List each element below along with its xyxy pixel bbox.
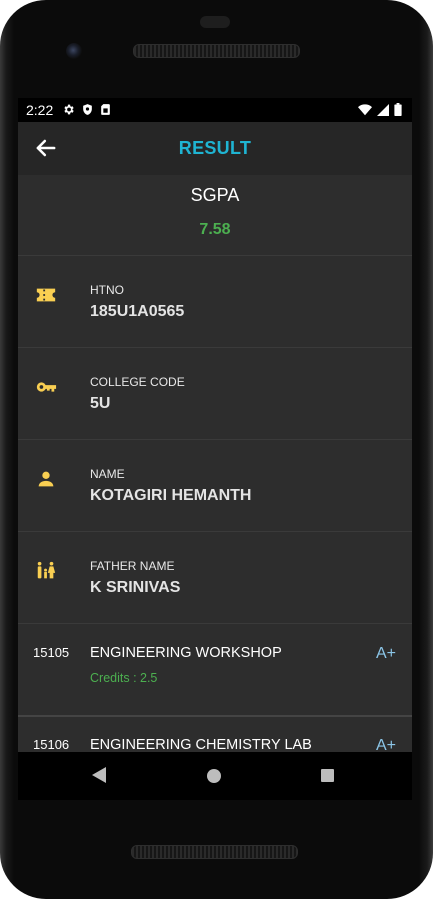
status-time: 2:22 — [26, 102, 54, 118]
bottom-speaker-grille — [131, 845, 298, 859]
detail-row-father-name: FATHER NAME K SRINIVAS — [18, 532, 412, 624]
detail-row-htno: HTNO 185U1A0565 — [18, 256, 412, 348]
app-screen: 2:22 RESULT SGPA 7.58 HTNO 185U1A0565 CO… — [18, 98, 412, 798]
detail-label: FATHER NAME — [90, 559, 175, 573]
nav-back-icon[interactable] — [92, 767, 106, 783]
page-title: RESULT — [178, 138, 252, 158]
system-nav-bar — [18, 752, 412, 800]
sgpa-summary: SGPA 7.58 — [18, 175, 412, 256]
shield-icon — [83, 104, 92, 115]
subject-credits: Credits : 2.5 — [90, 671, 158, 685]
person-icon — [38, 471, 54, 487]
earpiece-slot — [200, 16, 230, 28]
detail-label: NAME — [90, 467, 125, 481]
ticket-icon — [36, 288, 56, 302]
subject-code: 15106 — [33, 737, 70, 752]
detail-row-college-code: COLLEGE CODE 5U — [18, 348, 412, 440]
top-speaker-grille — [133, 44, 300, 58]
detail-label: HTNO — [90, 283, 124, 297]
battery-icon — [394, 103, 402, 116]
front-camera — [66, 43, 82, 59]
nav-recents-icon[interactable] — [321, 769, 334, 782]
signal-icon — [377, 103, 389, 116]
sgpa-label: SGPA — [190, 185, 240, 205]
key-icon — [36, 382, 57, 392]
phone-frame: 2:22 RESULT SGPA 7.58 HTNO 185U1A0565 CO… — [0, 0, 433, 899]
detail-row-name: NAME KOTAGIRI HEMANTH — [18, 440, 412, 532]
detail-value: KOTAGIRI HEMANTH — [90, 487, 252, 504]
app-bar: RESULT — [18, 122, 412, 175]
subject-grade: A+ — [375, 645, 396, 662]
family-icon — [37, 561, 56, 579]
wifi-icon — [358, 103, 372, 115]
subject-code: 15105 — [33, 645, 70, 660]
sgpa-value: 7.58 — [199, 221, 231, 238]
detail-label: COLLEGE CODE — [90, 375, 185, 389]
sim-card-icon — [101, 104, 110, 115]
detail-value: K SRINIVAS — [90, 579, 181, 596]
detail-value: 185U1A0565 — [90, 303, 185, 320]
settings-icon — [64, 104, 74, 115]
subject-name: ENGINEERING WORKSHOP — [90, 645, 282, 661]
subject-row[interactable]: 15105 ENGINEERING WORKSHOP Credits : 2.5… — [18, 624, 412, 717]
status-bar: 2:22 — [18, 98, 412, 122]
detail-value: 5U — [90, 395, 111, 412]
subject-name: ENGINEERING CHEMISTRY LAB — [90, 737, 312, 753]
nav-home-icon[interactable] — [207, 769, 221, 783]
